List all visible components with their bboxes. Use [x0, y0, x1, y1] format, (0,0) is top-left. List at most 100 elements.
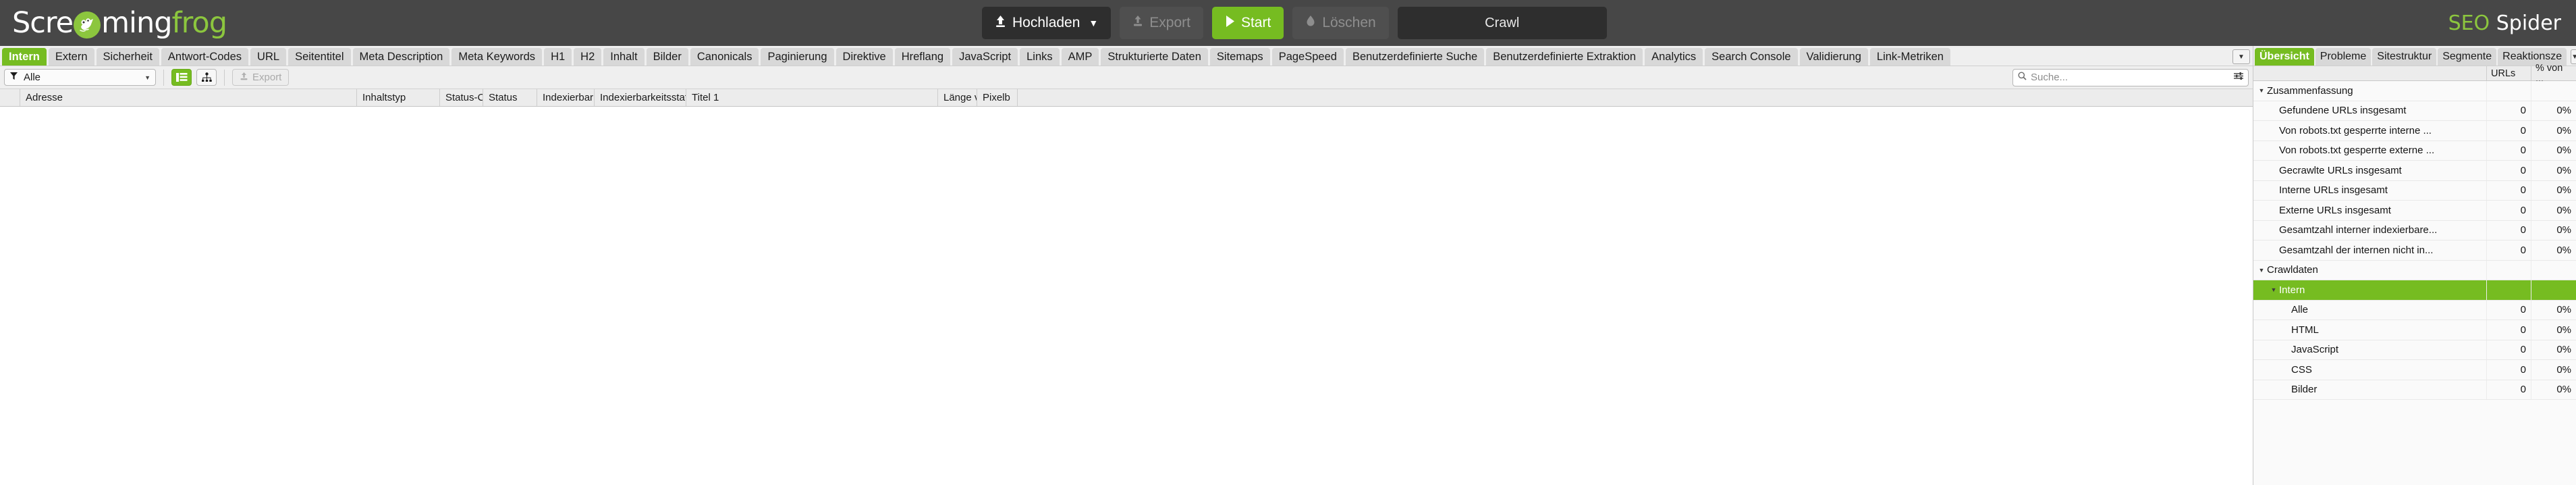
- rp-row-label: Alle: [2291, 304, 2309, 316]
- tab-intern[interactable]: Intern: [2, 48, 47, 66]
- rp-row-percent: [2531, 81, 2576, 101]
- tree-spacer: ▼: [2268, 147, 2279, 154]
- rp-row-urls: [2487, 81, 2531, 101]
- tab-benutzerdefinierte-suche[interactable]: Benutzerdefinierte Suche: [1345, 48, 1485, 66]
- tab-validierung[interactable]: Validierung: [1799, 48, 1868, 66]
- rp-tree-row[interactable]: ▼Externe URLs insgesamt00%: [2253, 201, 2576, 221]
- column-header-label: Länge von Titel 1: [943, 92, 977, 103]
- tab-label: JavaScript: [959, 51, 1012, 63]
- logo-text-scre: Scre: [12, 5, 74, 40]
- tab-links[interactable]: Links: [1020, 48, 1060, 66]
- tab-paginierung[interactable]: Paginierung: [761, 48, 834, 66]
- delete-button[interactable]: Löschen: [1292, 7, 1389, 39]
- column-header-l-nge-von-titel-1[interactable]: Länge von Titel 1: [938, 89, 977, 106]
- rp-tab-label: Probleme: [2320, 51, 2367, 62]
- tab-url[interactable]: URL: [250, 48, 287, 66]
- table-body[interactable]: [0, 107, 2253, 485]
- tab-h2[interactable]: H2: [574, 48, 602, 66]
- rp-tree-row[interactable]: ▼Gesamtzahl interner indexierbare...00%: [2253, 220, 2576, 240]
- rp-tab-sitestruktur[interactable]: Sitestruktur: [2372, 48, 2437, 66]
- column-header-status-code[interactable]: Status-Code: [440, 89, 483, 106]
- tab-meta-keywords[interactable]: Meta Keywords: [451, 48, 543, 66]
- rp-tab-probleme[interactable]: Probleme: [2315, 48, 2372, 66]
- right-panel-tree[interactable]: ▼Zusammenfassung▼Gefundene URLs insgesam…: [2253, 81, 2576, 485]
- start-button[interactable]: Start: [1211, 7, 1284, 39]
- tab-javascript[interactable]: JavaScript: [952, 48, 1018, 66]
- tab-label: Meta Description: [359, 51, 443, 63]
- tab-pagespeed[interactable]: PageSpeed: [1271, 48, 1344, 66]
- tab-analytics[interactable]: Analytics: [1645, 48, 1703, 66]
- tab-sicherheit[interactable]: Sicherheit: [96, 48, 159, 66]
- tab-label: H2: [580, 51, 595, 63]
- tab-direktive[interactable]: Direktive: [835, 48, 893, 66]
- app-logo: Scre ming frog: [12, 5, 227, 40]
- trash-icon: [1305, 15, 1316, 32]
- tab-hreflang[interactable]: Hreflang: [894, 48, 951, 66]
- tab-antwort-codes[interactable]: Antwort-Codes: [161, 48, 249, 66]
- expand-chevron-down-icon[interactable]: ▼: [2268, 286, 2279, 293]
- tab-h1[interactable]: H1: [544, 48, 572, 66]
- upload-label: Hochladen: [1012, 15, 1080, 30]
- tab-link-metriken[interactable]: Link-Metriken: [1869, 48, 1950, 66]
- rp-tree-row[interactable]: ▼ Zusammenfassung: [2253, 81, 2576, 101]
- rp-tree-row[interactable]: ▼HTML00%: [2253, 320, 2576, 340]
- search-box[interactable]: [2012, 68, 2249, 86]
- rp-row-percent: 0%: [2556, 145, 2571, 157]
- tree-spacer: ▼: [2280, 307, 2291, 313]
- tab-bilder[interactable]: Bilder: [646, 48, 688, 66]
- rp-tree-row[interactable]: ▼Alle00%: [2253, 300, 2576, 320]
- rp-tree-row[interactable]: ▼Von robots.txt gesperrte interne ...00%: [2253, 121, 2576, 141]
- list-view-icon[interactable]: [171, 69, 192, 86]
- column-header-adresse[interactable]: Adresse: [20, 89, 357, 106]
- rp-tree-row[interactable]: ▼Von robots.txt gesperrte externe ...00%: [2253, 141, 2576, 161]
- export-button[interactable]: Export: [1120, 7, 1203, 39]
- tab-meta-description[interactable]: Meta Description: [352, 48, 450, 66]
- column-header-inhaltstyp[interactable]: Inhaltstyp: [357, 89, 440, 106]
- rp-tree-row[interactable]: ▼Gesamtzahl der internen nicht in...00%: [2253, 240, 2576, 261]
- rp-tree-row[interactable]: ▼Gefundene URLs insgesamt00%: [2253, 101, 2576, 121]
- rp-row-label-cell: ▼HTML: [2253, 320, 2487, 340]
- tree-view-icon[interactable]: [196, 69, 217, 86]
- filter-dropdown[interactable]: Alle ▼: [4, 69, 156, 86]
- rp-tab-segmente[interactable]: Segmente: [2438, 48, 2497, 66]
- expand-chevron-down-icon[interactable]: ▼: [2256, 87, 2267, 94]
- tab-extern[interactable]: Extern: [48, 48, 94, 66]
- rp-tab-bersicht[interactable]: Übersicht: [2255, 48, 2314, 66]
- rp-tree-row[interactable]: ▼CSS00%: [2253, 360, 2576, 380]
- table-export-button[interactable]: Export: [232, 69, 290, 86]
- column-header-pixelb[interactable]: Pixelb: [977, 89, 1018, 106]
- rp-row-percent: 0%: [2556, 304, 2571, 316]
- expand-chevron-down-icon[interactable]: ▼: [2256, 267, 2267, 274]
- column-header-indexierbarkeitsstatus[interactable]: Indexierbarkeitsstatus: [595, 89, 686, 106]
- tab-canonicals[interactable]: Canonicals: [690, 48, 759, 66]
- tab-sitemaps[interactable]: Sitemaps: [1209, 48, 1270, 66]
- frog-icon: [74, 11, 101, 39]
- tab-inhalt[interactable]: Inhalt: [603, 48, 645, 66]
- rp-row-label-cell: ▼Bilder: [2253, 380, 2487, 399]
- crawl-url-field[interactable]: Crawl: [1397, 7, 1607, 39]
- tab-benutzerdefinierte-extraktion[interactable]: Benutzerdefinierte Extraktion: [1486, 48, 1643, 66]
- tab-search-console[interactable]: Search Console: [1705, 48, 1798, 66]
- tab-amp[interactable]: AMP: [1061, 48, 1099, 66]
- brand-seo-spider: SEO Spider: [2448, 11, 2561, 35]
- tab-strukturierte-daten[interactable]: Strukturierte Daten: [1101, 48, 1208, 66]
- rp-tree-row[interactable]: ▼ Intern: [2253, 280, 2576, 301]
- sliders-icon[interactable]: [2234, 72, 2243, 84]
- rp-row-label-cell: ▼Gesamtzahl interner indexierbare...: [2253, 220, 2487, 240]
- column-header-indexierbarkeit[interactable]: Indexierbarkeit: [537, 89, 595, 106]
- upload-button[interactable]: Hochladen ▼: [982, 7, 1112, 39]
- tab-overflow-chevron-down-icon[interactable]: ▼: [2232, 49, 2250, 64]
- column-header-status[interactable]: Status: [483, 89, 537, 106]
- rp-tree-row[interactable]: ▼ Crawldaten: [2253, 260, 2576, 280]
- tab-label: Canonicals: [696, 51, 752, 63]
- start-label: Start: [1240, 15, 1271, 30]
- tab-seitentitel[interactable]: Seitentitel: [288, 48, 351, 66]
- rp-tree-row[interactable]: ▼JavaScript00%: [2253, 340, 2576, 360]
- rp-tree-row[interactable]: ▼Gecrawlte URLs insgesamt00%: [2253, 161, 2576, 181]
- table-export-label: Export: [252, 72, 282, 83]
- rp-row-label-cell: ▼Von robots.txt gesperrte externe ...: [2253, 141, 2487, 160]
- rp-tree-row[interactable]: ▼Bilder00%: [2253, 380, 2576, 400]
- column-header-titel-1[interactable]: Titel 1: [686, 89, 938, 106]
- rp-tree-row[interactable]: ▼Interne URLs insgesamt00%: [2253, 180, 2576, 201]
- search-input[interactable]: [2031, 72, 2230, 83]
